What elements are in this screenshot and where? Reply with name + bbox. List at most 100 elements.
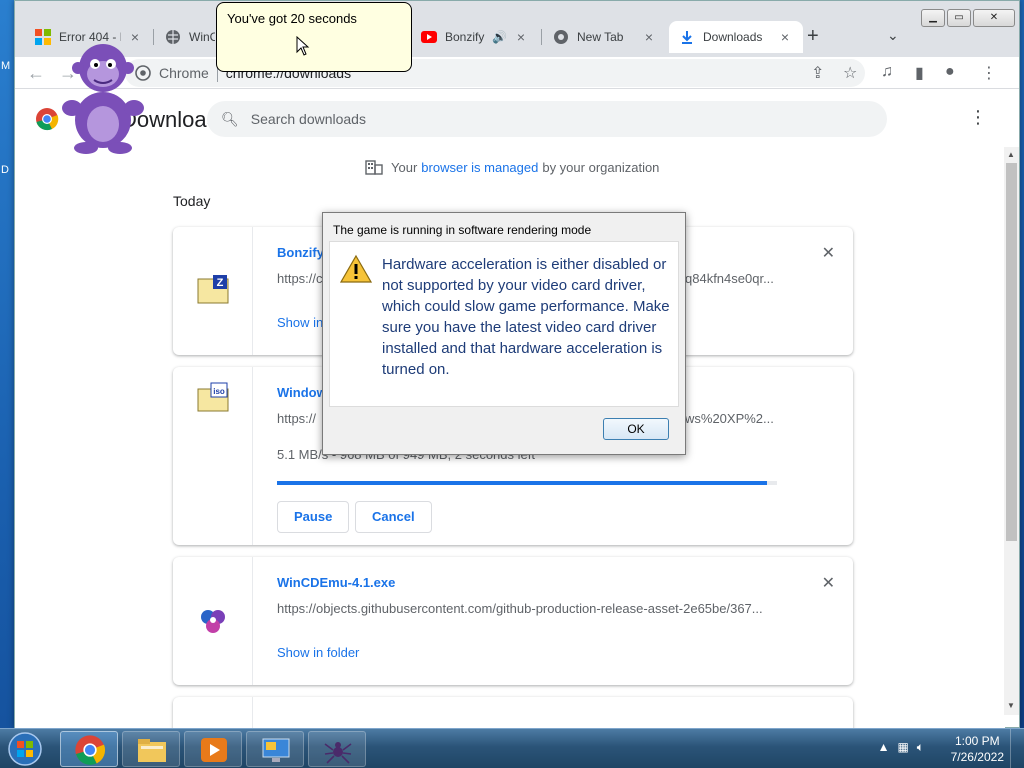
tab-label: Bonzify: [445, 30, 485, 44]
search-icon: 🔍︎: [221, 110, 239, 127]
chrome-logo-icon: [75, 735, 106, 765]
profile-avatar-icon[interactable]: ●: [945, 63, 955, 81]
new-tab-button[interactable]: +: [807, 25, 819, 48]
tab-label: Downloads: [703, 30, 763, 44]
dialog-message: Hardware acceleration is either disabled…: [382, 256, 670, 378]
show-desktop-button[interactable]: [1010, 729, 1024, 768]
zip-file-icon: Z: [197, 275, 229, 304]
mouse-cursor-icon: [296, 36, 310, 56]
software-rendering-dialog: The game is running in software renderin…: [322, 212, 686, 455]
tab-downloads[interactable]: Downloads ×: [669, 21, 803, 53]
show-in-folder-link[interactable]: Show in: [277, 315, 323, 330]
youtube-icon: [421, 31, 437, 43]
cancel-button[interactable]: Cancel: [355, 501, 432, 533]
network-icon[interactable]: ▦: [897, 740, 908, 755]
dialog-body: Hardware acceleration is either disabled…: [329, 241, 679, 407]
media-control-icon[interactable]: ♫: [881, 63, 893, 81]
page-header: Downloads 🔍︎ ⋮: [15, 89, 1005, 147]
tab-separator: [541, 29, 542, 45]
minimize-button[interactable]: ▁: [921, 9, 945, 27]
download-progress-bar: [277, 481, 777, 485]
tab-close-icon[interactable]: ×: [641, 29, 657, 45]
share-icon[interactable]: ⇪: [811, 63, 824, 83]
clock-time: 1:00 PM: [954, 734, 1000, 748]
scrollbar-thumb[interactable]: [1006, 163, 1017, 541]
file-url: https://objects.githubusercontent.com/gi…: [277, 601, 763, 616]
search-downloads-bar[interactable]: 🔍︎: [207, 101, 887, 137]
bonzi-speech-text: You've got 20 seconds: [227, 11, 357, 26]
media-player-icon: [201, 738, 227, 762]
tab-strip: Error 404 - I × WinC Bonzify 🔊 × New Tab…: [15, 1, 1019, 57]
file-url-tail: q84kfn4se0qr...: [685, 271, 774, 286]
ok-button[interactable]: OK: [603, 418, 669, 440]
file-name-link[interactable]: WinCDEmu-4.1.exe: [277, 575, 395, 590]
pause-button[interactable]: Pause: [277, 501, 350, 533]
wincdemu-app-icon: [201, 610, 225, 633]
managed-notice: Your browser is managed by your organiza…: [365, 159, 659, 175]
tab-separator: [153, 29, 154, 45]
folder-icon: [138, 739, 166, 762]
remove-download-close-icon[interactable]: ✕: [822, 573, 835, 593]
desktop-icon-label-fragment: M: [1, 60, 11, 72]
speaker-icon[interactable]: 🔊: [492, 30, 507, 44]
desktop-icon-label-fragment: D: [1, 164, 9, 176]
taskbar-spider-app[interactable]: [308, 731, 366, 767]
browser-toolbar: ← → Chrome chrome://downloads ⇪ ☆ ♫ ▮ ● …: [15, 57, 1019, 89]
start-orb-icon[interactable]: [4, 730, 46, 768]
tab-bonzify[interactable]: Bonzify 🔊 ×: [411, 21, 539, 53]
managed-prefix: Your: [391, 159, 418, 175]
maximize-button[interactable]: ▭: [947, 9, 971, 27]
taskbar-media-player[interactable]: [184, 731, 242, 767]
chrome-icon: [554, 30, 568, 44]
taskbar-remote-desktop[interactable]: [246, 731, 304, 767]
iso-file-icon: iso: [197, 382, 229, 412]
search-input[interactable]: [250, 111, 851, 127]
volume-icon[interactable]: 🔈︎: [917, 740, 924, 755]
download-icon: [682, 31, 692, 44]
file-name-link[interactable]: Bonzify: [277, 245, 324, 260]
window-controls: ▁ ▭ ✕: [921, 9, 1015, 27]
close-window-button[interactable]: ✕: [973, 9, 1015, 27]
browser-menu-icon[interactable]: ⋮: [981, 63, 997, 83]
page-scrollbar[interactable]: ▲ ▼: [1004, 147, 1019, 715]
scroll-up-arrow-icon[interactable]: ▲: [1007, 150, 1015, 159]
scroll-down-arrow-icon[interactable]: ▼: [1007, 701, 1015, 710]
building-icon: [365, 160, 383, 175]
remove-download-close-icon[interactable]: ✕: [822, 243, 835, 263]
date-section-header: Today: [173, 193, 211, 209]
managed-link[interactable]: browser is managed: [421, 160, 538, 175]
tab-close-icon[interactable]: ×: [777, 29, 793, 45]
tab-new-tab[interactable]: New Tab ×: [543, 21, 667, 53]
bonzi-speech-bubble: You've got 20 seconds: [216, 2, 412, 72]
clock[interactable]: 1:00 PM 7/26/2022: [951, 733, 1004, 765]
show-hidden-icons-chevron-icon[interactable]: ▲: [878, 740, 890, 755]
back-arrow-icon[interactable]: ←: [27, 63, 45, 84]
download-item: WinCDEmu-4.1.exe https://objects.githubu…: [173, 557, 853, 685]
tab-wincdemu[interactable]: WinC: [155, 21, 225, 53]
file-url-tail: ws%20XP%2...: [685, 411, 774, 426]
more-actions-icon[interactable]: ⋮: [969, 107, 987, 128]
file-icon-column: [173, 557, 253, 685]
file-icon-column: Z: [173, 227, 253, 355]
side-panel-icon[interactable]: ▮: [915, 63, 924, 83]
tab-label: New Tab: [577, 30, 624, 44]
download-item: [173, 697, 853, 729]
chrome-logo-icon: [36, 108, 59, 131]
tab-search-chevron-icon[interactable]: ⌄: [887, 27, 899, 44]
dialog-title: The game is running in software renderin…: [333, 223, 592, 237]
taskbar-chrome[interactable]: [60, 731, 118, 767]
svg-text:iso: iso: [213, 387, 225, 396]
system-tray-icons: ▲ ▦ 🔈︎: [878, 740, 924, 755]
bookmark-star-icon[interactable]: ☆: [843, 63, 857, 83]
warning-icon: [340, 254, 372, 283]
tab-close-icon[interactable]: ×: [513, 29, 529, 45]
file-name-link[interactable]: Window: [277, 385, 327, 400]
show-in-folder-link[interactable]: Show in folder: [277, 645, 359, 660]
file-icon-column: iso: [173, 367, 253, 545]
bonzi-buddy-gorilla-icon[interactable]: [58, 38, 148, 154]
taskbar-file-explorer[interactable]: [122, 731, 180, 767]
omnibox-site-label: Chrome: [159, 65, 209, 81]
managed-suffix: by your organization: [542, 159, 660, 175]
file-icon-column: [173, 697, 253, 729]
taskbar: ▲ ▦ 🔈︎ 1:00 PM 7/26/2022: [0, 728, 1024, 768]
